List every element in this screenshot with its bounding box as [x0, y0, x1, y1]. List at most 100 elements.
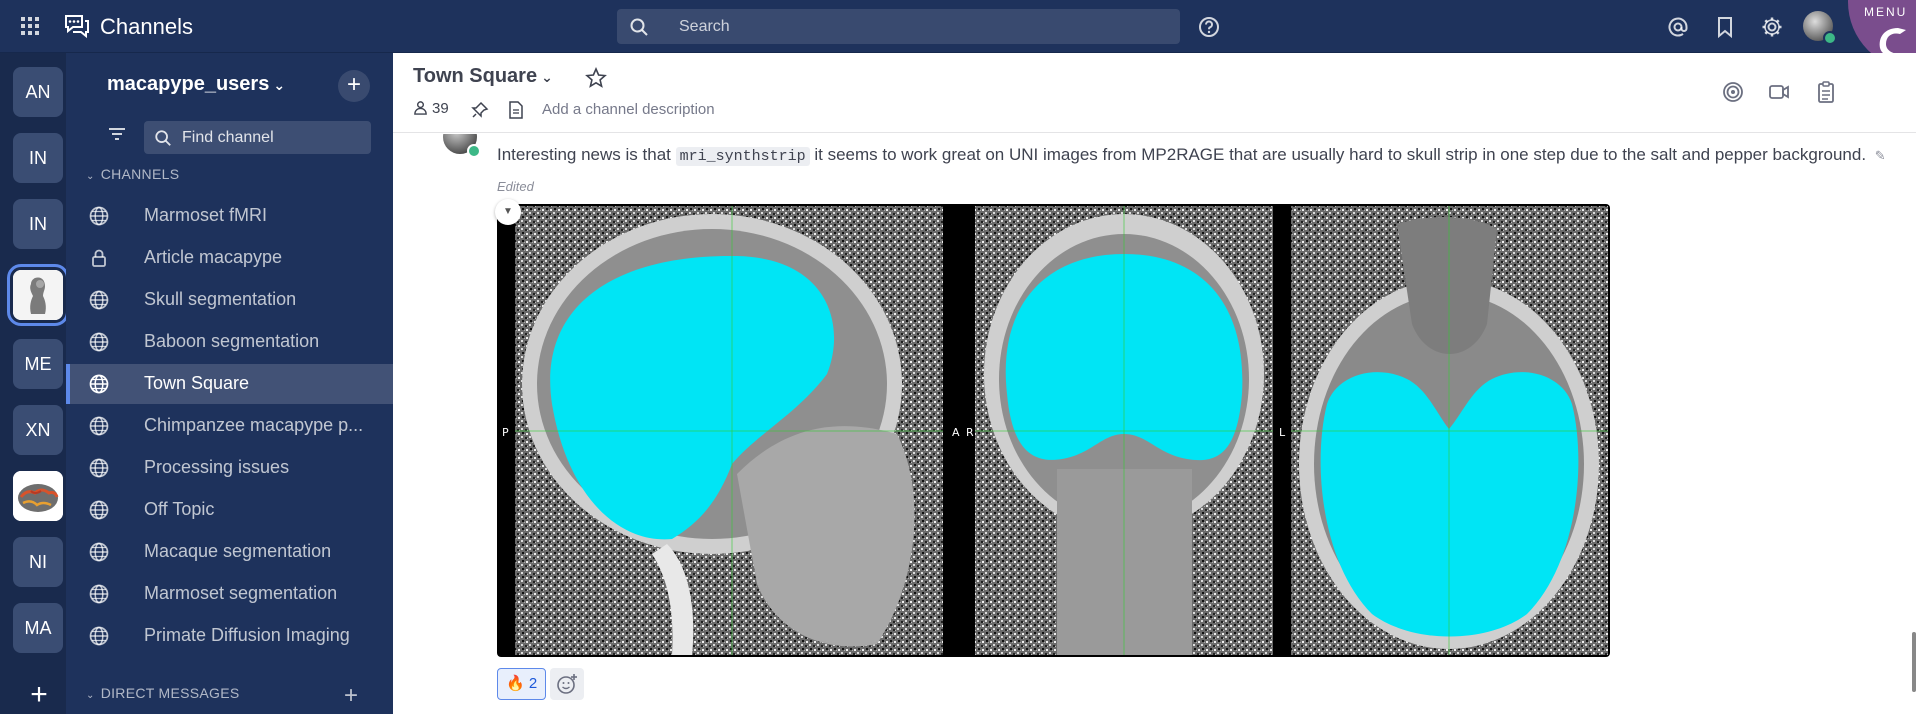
add-reaction-button[interactable] — [550, 668, 584, 700]
channel-title-dropdown[interactable]: Town Square ⌄ — [413, 65, 553, 88]
globe-icon — [89, 500, 109, 520]
add-team-button[interactable]: + — [24, 680, 54, 712]
sidebar-item-town-square[interactable]: Town Square — [66, 364, 393, 404]
post-text-after: it seems to work great on UNI images fro… — [809, 145, 1867, 164]
team-ma[interactable]: MA — [13, 603, 63, 653]
sidebar-item-label: Primate Diffusion Imaging — [144, 625, 350, 645]
pin-icon[interactable] — [471, 101, 489, 119]
online-status-icon — [467, 144, 481, 158]
search-icon — [155, 130, 171, 146]
channel-view: Town Square ⌄ 39 Add a channel descriptio… — [393, 53, 1916, 714]
add-dm-button[interactable]: + — [344, 682, 358, 710]
collapse-image-button[interactable]: ▼ — [495, 199, 521, 225]
sidebar-item-macaque-segmentation[interactable]: Macaque segmentation — [66, 532, 393, 572]
help-icon[interactable] — [1198, 16, 1220, 38]
team-ni[interactable]: NI — [13, 537, 63, 587]
channels-section-label: CHANNELS — [100, 166, 180, 182]
sidebar-item-marmoset-segmentation[interactable]: Marmoset segmentation — [66, 574, 393, 614]
post-message: Interesting news is that mri_synthstrip … — [497, 140, 1897, 201]
team-brain[interactable] — [13, 471, 63, 521]
edited-label: Edited — [497, 179, 534, 194]
sidebar-item-article-macapype[interactable]: Article macapype — [66, 238, 393, 278]
sidebar-item-label: Processing issues — [144, 457, 290, 477]
globe-icon — [89, 416, 109, 436]
sidebar-item-label: Macaque segmentation — [144, 541, 332, 561]
brain-team-icon — [13, 471, 63, 521]
find-channel-input[interactable]: Find channel — [144, 121, 371, 154]
team-an[interactable]: AN — [13, 67, 63, 117]
chevron-down-icon: ⌄ — [541, 69, 553, 85]
sidebar-item-chimpanzee-macapype-p[interactable]: Chimpanzee macapype p... — [66, 406, 393, 446]
globe-icon — [89, 332, 109, 352]
team-macapype-icon — [13, 270, 63, 320]
globe-icon — [89, 584, 109, 604]
channel-description-placeholder[interactable]: Add a channel description — [542, 101, 715, 118]
fire-reaction-button[interactable]: 🔥 2 — [497, 668, 547, 700]
sidebar-item-label: Skull segmentation — [144, 289, 297, 309]
bookmark-icon[interactable] — [1714, 16, 1736, 38]
team-xn[interactable]: XN — [13, 405, 63, 455]
sidebar-item-label: Marmoset segmentation — [144, 583, 338, 603]
video-call-icon[interactable] — [1767, 80, 1791, 104]
target-icon[interactable] — [1721, 80, 1745, 104]
channel-title: Town Square — [413, 65, 538, 87]
online-status-icon — [1823, 31, 1837, 45]
user-avatar[interactable] — [1803, 11, 1837, 45]
channels-app-icon — [65, 15, 89, 39]
star-icon[interactable] — [585, 67, 607, 89]
pencil-icon: ✎ — [1874, 148, 1886, 163]
sidebar-item-marmoset-fmri[interactable]: Marmoset fMRI — [66, 196, 393, 236]
document-icon[interactable] — [507, 101, 525, 119]
channels-section-header[interactable]: ⌄ CHANNELS — [86, 166, 179, 182]
team-name-dropdown[interactable]: macapype_users ⌄ — [107, 73, 285, 96]
team-in-2[interactable]: IN — [13, 199, 63, 249]
global-header: Channels Search MENU — [0, 0, 1916, 70]
label-sag-right: A — [952, 426, 960, 439]
mention-icon[interactable] — [1667, 16, 1689, 38]
filter-icon[interactable] — [103, 120, 131, 148]
sidebar-item-off-topic[interactable]: Off Topic — [66, 490, 393, 530]
add-reaction-icon — [557, 674, 577, 694]
add-channel-button[interactable]: + — [338, 70, 370, 102]
team-macapype-selected[interactable] — [7, 264, 69, 326]
clipboard-icon[interactable] — [1814, 80, 1838, 104]
post-list: Interesting news is that mri_synthstrip … — [393, 134, 1916, 714]
globe-icon — [89, 458, 109, 478]
dm-section-header[interactable]: ⌄ DIRECT MESSAGES — [86, 685, 240, 701]
app-title[interactable]: Channels — [100, 14, 193, 40]
dm-section-label: DIRECT MESSAGES — [100, 685, 240, 701]
post-author-avatar[interactable] — [443, 134, 481, 158]
member-count: 39 — [432, 100, 449, 117]
globe-icon — [89, 626, 109, 646]
label-cor-left: R — [966, 426, 974, 439]
sidebar-item-baboon-segmentation[interactable]: Baboon segmentation — [66, 322, 393, 362]
sidebar-item-skull-segmentation[interactable]: Skull segmentation — [66, 280, 393, 320]
post-text-before: Interesting news is that — [497, 145, 676, 164]
member-icon — [414, 101, 427, 115]
mri-image-attachment[interactable]: P A R L — [497, 204, 1610, 657]
member-count-button[interactable]: 39 — [413, 100, 449, 117]
search-icon — [630, 18, 648, 36]
label-cor-right: L — [1279, 426, 1286, 439]
team-name-label: macapype_users — [107, 73, 270, 95]
sidebar-item-processing-issues[interactable]: Processing issues — [66, 448, 393, 488]
sidebar-item-primate-diffusion-imaging[interactable]: Primate Diffusion Imaging — [66, 616, 393, 656]
globe-icon — [89, 374, 109, 394]
grid-icon[interactable] — [20, 16, 40, 36]
settings-icon[interactable] — [1761, 16, 1783, 38]
globe-icon — [89, 290, 109, 310]
sidebar-item-label: Off Topic — [144, 499, 215, 519]
team-in-1[interactable]: IN — [13, 133, 63, 183]
chevron-down-icon: ⌄ — [86, 690, 95, 701]
sidebar-item-label: Marmoset fMRI — [144, 205, 268, 225]
sidebar-item-label: Article macapype — [144, 247, 283, 267]
chevron-down-icon: ⌄ — [273, 77, 286, 93]
sidebar-item-label: Chimpanzee macapype p... — [144, 415, 364, 435]
search-input[interactable]: Search — [617, 9, 1180, 44]
globe-icon — [89, 206, 109, 226]
find-channel-placeholder: Find channel — [182, 129, 274, 146]
reaction-count: 2 — [528, 675, 538, 692]
post-list-scrollbar[interactable] — [1912, 632, 1916, 692]
label-sag-left: P — [502, 426, 509, 439]
team-me[interactable]: ME — [13, 339, 63, 389]
